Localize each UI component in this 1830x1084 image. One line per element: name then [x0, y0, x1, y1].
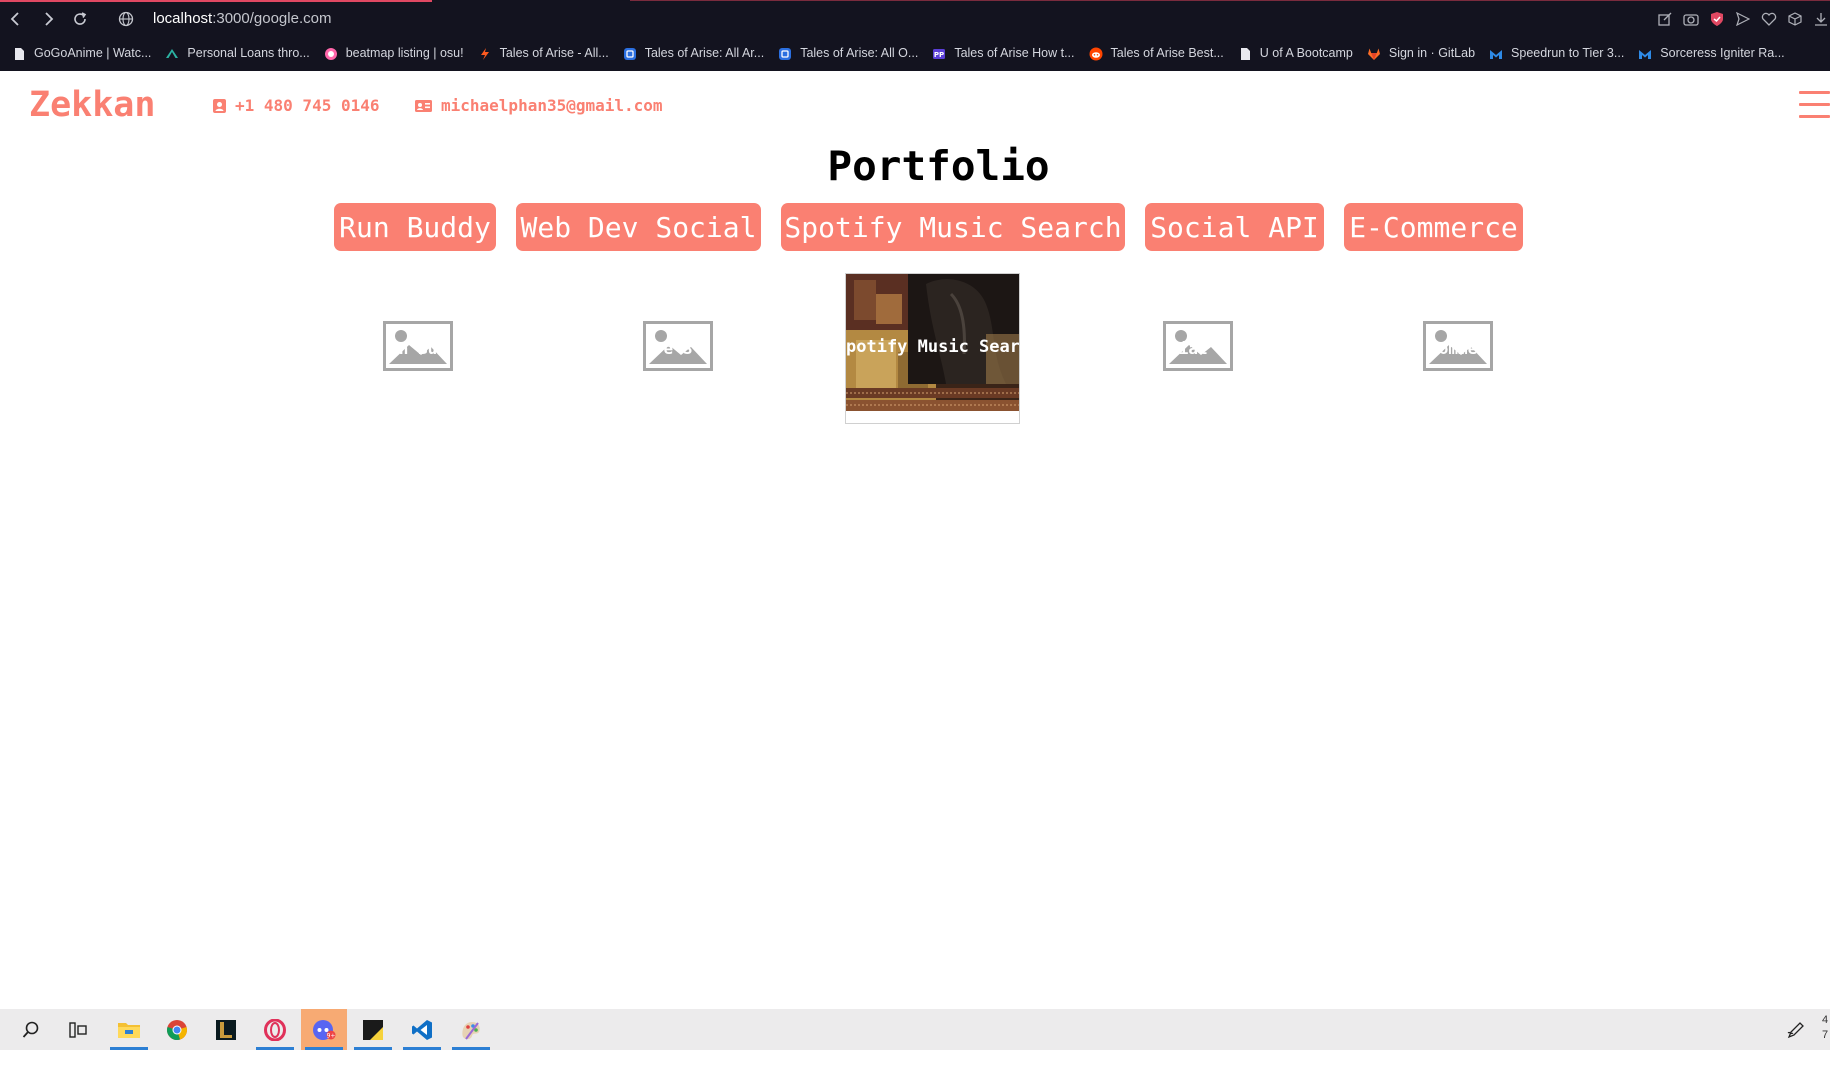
share-edit-icon[interactable]: [1656, 8, 1674, 30]
project-tab-e-commerce[interactable]: E-Commerce: [1344, 203, 1523, 251]
m-logo-icon: [1489, 46, 1503, 60]
email-address: michaelphan35@gmail.com: [441, 96, 663, 115]
send-icon[interactable]: [1734, 8, 1752, 30]
bookmark-item[interactable]: Personal Loans thro...: [165, 46, 310, 60]
osu-icon: [324, 46, 338, 60]
document-icon: [12, 46, 26, 60]
card-overlay-label: omme: [1438, 339, 1478, 358]
download-icon[interactable]: [1812, 8, 1830, 30]
bookmark-item[interactable]: Sign in · GitLab: [1367, 46, 1475, 60]
opera-icon[interactable]: [252, 1009, 298, 1050]
browser-toolbar: localhost:3000/google.com GoGoAnime | Wa…: [0, 0, 1830, 71]
bookmark-item[interactable]: Tales of Arise: All O...: [778, 46, 918, 60]
project-tab-web-dev-social[interactable]: Web Dev Social: [516, 203, 761, 251]
bookmark-item[interactable]: Tales of Arise - All...: [478, 46, 609, 60]
bookmark-item[interactable]: Sorceress Igniter Ra...: [1638, 46, 1785, 60]
file-explorer-icon[interactable]: [106, 1009, 152, 1050]
card-overlay-label: cial A: [1169, 339, 1227, 358]
loading-indicator: [0, 0, 432, 2]
bookmark-label: U of A Bootcamp: [1259, 46, 1353, 60]
address-bar[interactable]: localhost:3000/google.com: [153, 10, 331, 27]
bookmark-item[interactable]: GoGoAnime | Watc...: [12, 46, 151, 60]
url-host: localhost: [153, 10, 213, 27]
email-contact[interactable]: michaelphan35@gmail.com: [414, 96, 663, 115]
bookmark-label: Sign in · GitLab: [1388, 46, 1476, 60]
project-tab-social-api[interactable]: Social API: [1145, 203, 1324, 251]
svg-text:9+: 9+: [327, 1032, 336, 1039]
phone-number: +1 480 745 0146: [235, 96, 380, 115]
project-tab-spotify-music-search[interactable]: Spotify Music Search: [781, 203, 1125, 251]
address-row: localhost:3000/google.com: [0, 6, 1830, 34]
bookmark-label: Speedrun to Tier 3...: [1511, 46, 1625, 60]
forward-icon[interactable]: [37, 8, 59, 30]
pp-icon: PP: [932, 46, 946, 60]
task-view-icon[interactable]: [55, 1009, 101, 1050]
phone-contact[interactable]: +1 480 745 0146: [212, 96, 380, 115]
document-icon: [1238, 46, 1252, 60]
bookmark-item[interactable]: beatmap listing | osu!: [324, 46, 464, 60]
reload-icon[interactable]: [69, 8, 91, 30]
square-app-icon: [623, 46, 637, 60]
bookmark-label: Tales of Arise: All Ar...: [644, 46, 765, 60]
tray-date: 7: [1822, 1029, 1829, 1041]
screen-bottom-margin: [0, 1050, 1830, 1084]
bookmark-item[interactable]: PP Tales of Arise How t...: [932, 46, 1075, 60]
bookmark-label: Tales of Arise Best...: [1110, 46, 1224, 60]
bolt-icon: [478, 46, 492, 60]
tray-clock[interactable]: 4 7: [1822, 1013, 1830, 1043]
heart-icon[interactable]: [1760, 8, 1778, 30]
search-icon[interactable]: [8, 1009, 54, 1050]
pen-tray-icon[interactable]: [1774, 1009, 1818, 1050]
svg-text:PP: PP: [934, 51, 944, 59]
bookmark-item[interactable]: Tales of Arise: All Ar...: [623, 46, 765, 60]
shield-icon[interactable]: [1708, 8, 1726, 30]
contact-card-icon: [213, 98, 226, 113]
cube-icon[interactable]: [1786, 8, 1804, 30]
loan-icon: [165, 46, 179, 60]
discord-icon[interactable]: 9+: [301, 1009, 347, 1050]
url-path: :3000/google.com: [212, 10, 332, 27]
bookmark-label: GoGoAnime | Watc...: [34, 46, 152, 60]
extension-toolbar: [1656, 8, 1830, 30]
bookmark-label: Personal Loans thro...: [187, 46, 310, 60]
project-tab-run-buddy[interactable]: Run Buddy: [334, 203, 496, 251]
bookmark-label: Tales of Arise How t...: [954, 46, 1075, 60]
bookmark-item[interactable]: U of A Bootcamp: [1238, 46, 1353, 60]
card-overlay-label: potify Music Sear: [846, 337, 1019, 357]
back-icon[interactable]: [5, 8, 27, 30]
portfolio-page: Zekkan +1 480 745 0146 michaelphan35@gma…: [0, 71, 1830, 1009]
league-icon[interactable]: [203, 1009, 249, 1050]
bookmark-label: Tales of Arise - All...: [499, 46, 609, 60]
page-title: Portfolio: [827, 142, 1050, 190]
chrome-icon[interactable]: [154, 1009, 200, 1050]
globe-icon: [118, 11, 136, 29]
brand-logo[interactable]: Zekkan: [29, 85, 155, 125]
menu-hamburger-icon[interactable]: [1799, 91, 1830, 119]
bookmark-label: beatmap listing | osu!: [345, 46, 464, 60]
tab-strip-accent: [630, 0, 1830, 1]
sticky-notes-icon[interactable]: [350, 1009, 396, 1050]
bookmark-item[interactable]: Speedrun to Tier 3...: [1489, 46, 1624, 60]
reddit-icon: [1089, 46, 1103, 61]
bookmark-label: Sorceress Igniter Ra...: [1660, 46, 1785, 60]
gitlab-icon: [1367, 46, 1381, 60]
tray-time: 4: [1822, 1014, 1829, 1026]
paint-icon[interactable]: [448, 1009, 494, 1050]
square-app-icon: [778, 46, 792, 60]
card-overlay-label: n Bu: [398, 339, 438, 358]
camera-icon[interactable]: [1682, 8, 1700, 30]
m-logo-icon: [1638, 46, 1652, 60]
bookmark-item[interactable]: Tales of Arise Best...: [1089, 46, 1224, 61]
project-card-spotify-music-search[interactable]: potify Music Sear: [845, 273, 1020, 424]
vscode-icon[interactable]: [399, 1009, 445, 1050]
bookmark-label: Tales of Arise: All O...: [800, 46, 919, 60]
windows-taskbar: 9+ 4 7: [0, 1009, 1830, 1050]
card-overlay-label: e S: [663, 339, 693, 358]
bookmarks-bar: GoGoAnime | Watc... Personal Loans thro..…: [0, 42, 1830, 64]
id-card-icon: [415, 99, 432, 112]
